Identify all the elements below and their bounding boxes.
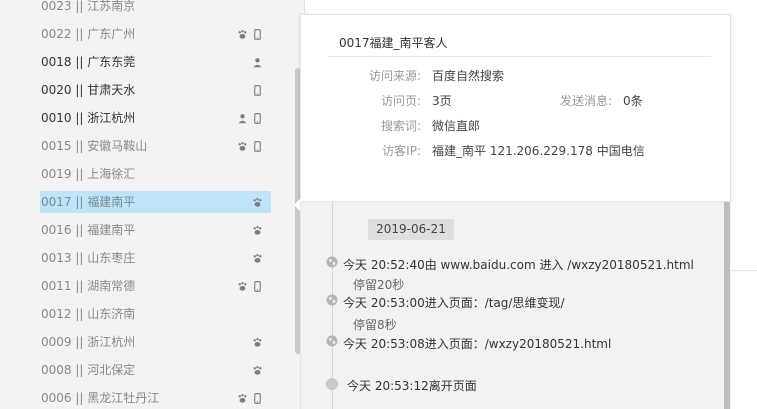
visitor-label: 0019 || 上海徐汇: [41, 167, 136, 181]
visitor-status-icons: [252, 219, 263, 241]
visitor-label: 0013 || 山东枣庄: [41, 251, 136, 265]
paw-icon: [252, 337, 263, 348]
visitor-status-icons: [237, 23, 263, 45]
visitor-list-item[interactable]: 0022 || 广东广州: [40, 23, 271, 45]
visitor-list-item[interactable]: 0010 || 浙江杭州: [40, 107, 271, 129]
timeline-end-dot: [326, 378, 338, 390]
ip-label: 访客IP:: [382, 144, 421, 158]
visitor-label: 0022 || 广东广州: [41, 27, 136, 41]
visitor-detail-card: 0017福建_南平客人 访问来源: 百度自然搜索 访问页: 3页 发送消息: 0…: [294, 14, 731, 212]
visitor-list-item[interactable]: 0017 || 福建南平: [40, 191, 271, 213]
phone-icon: [252, 280, 263, 292]
timeline-date-badge: 2019-06-21: [368, 219, 454, 240]
visitor-list-item[interactable]: 0019 || 上海徐汇: [40, 163, 271, 185]
phone-icon: [252, 140, 263, 152]
timeline-event-text: 今天 20:52:40由 www.baidu.com 进入 /wxzy20180…: [343, 258, 694, 272]
visitor-status-icons: [237, 387, 263, 409]
person-icon: [252, 57, 263, 68]
globe-icon: [326, 294, 338, 306]
visitor-label: 0017 || 福建南平: [41, 195, 136, 209]
paw-icon: [252, 253, 263, 264]
visitor-label: 0010 || 浙江杭州: [41, 111, 136, 125]
visitor-status-icons: [252, 79, 263, 101]
visitor-list-item[interactable]: 0009 || 浙江杭州: [40, 331, 271, 353]
visitor-label: 0011 || 湖南常德: [41, 279, 136, 293]
visitor-list-item[interactable]: 0020 || 甘肃天水: [40, 79, 271, 101]
person-icon: [237, 113, 248, 124]
keyword-value: 微信直郎: [432, 119, 481, 133]
timeline-event-stay: 停留20秒: [353, 278, 405, 292]
paw-icon: [237, 281, 248, 292]
visit-timeline: 2019-06-21 今天 20:52:40由 www.baidu.com 进入…: [300, 202, 731, 409]
visitor-list-item[interactable]: 0008 || 河北保定: [40, 359, 271, 381]
visitor-label: 0020 || 甘肃天水: [41, 83, 136, 97]
visitor-list-item[interactable]: 0023 || 江苏南京: [40, 0, 271, 17]
visitor-status-icons: [252, 331, 263, 353]
phone-icon: [252, 392, 263, 404]
paw-icon: [252, 197, 263, 208]
visitor-status-icons: [237, 107, 263, 129]
paw-icon: [237, 29, 248, 40]
visitor-list-item[interactable]: 0018 || 广东东莞: [40, 51, 271, 73]
visitor-list-panel: 0023 || 江苏南京 0022 || 广东广州 0018 || 广东东莞 0020…: [0, 0, 305, 409]
visitor-status-icons: [237, 275, 263, 297]
visitor-list-item[interactable]: 0011 || 湖南常德: [40, 275, 271, 297]
visitor-status-icons: [252, 359, 263, 381]
pages-value: 3页: [432, 94, 452, 108]
visitor-label: 0023 || 江苏南京: [41, 0, 136, 13]
visitor-label: 0012 || 山东济南: [41, 307, 136, 321]
visitor-detail-title: 0017福建_南平客人: [339, 36, 448, 50]
messages-value: 0条: [623, 94, 643, 108]
paw-icon: [237, 393, 248, 404]
visitor-status-icons: [252, 51, 263, 73]
visitor-list-item[interactable]: 0012 || 山东济南: [40, 303, 271, 325]
phone-icon: [252, 28, 263, 40]
ip-value: 福建_南平 121.206.229.178 中国电信: [432, 144, 645, 158]
paw-icon: [252, 225, 263, 236]
phone-icon: [252, 112, 263, 124]
visitor-label: 0009 || 浙江杭州: [41, 335, 136, 349]
background-divider: [731, 270, 757, 271]
timeline-event-text: 今天 20:53:08进入页面：/wxzy20180521.html: [343, 337, 612, 351]
visitor-label: 0006 || 黑龙江牡丹江: [41, 391, 160, 405]
visitor-label: 0016 || 福建南平: [41, 223, 136, 237]
visitor-label: 0018 || 广东东莞: [41, 55, 136, 69]
visitor-list-item[interactable]: 0006 || 黑龙江牡丹江: [40, 387, 271, 409]
globe-icon: [326, 335, 338, 347]
source-label: 访问来源:: [368, 69, 421, 83]
source-value: 百度自然搜索: [432, 69, 505, 83]
messages-label: 发送消息:: [559, 94, 612, 108]
pages-label: 访问页:: [380, 94, 421, 108]
paw-icon: [237, 141, 248, 152]
timeline-event-text: 今天 20:53:00进入页面：/tag/思维变现/: [343, 296, 565, 310]
visitor-list-item[interactable]: 0015 || 安徽马鞍山: [40, 135, 271, 157]
timeline-end-text: 今天 20:53:12离开页面: [347, 379, 477, 393]
keyword-label: 搜索词:: [380, 119, 421, 133]
visitor-label: 0015 || 安徽马鞍山: [41, 139, 148, 153]
timeline-scrollbar[interactable]: [724, 202, 730, 409]
timeline-event-stay: 停留8秒: [353, 318, 397, 332]
visitor-status-icons: [237, 135, 263, 157]
visitor-status-icons: [252, 247, 263, 269]
phone-icon: [252, 84, 263, 96]
card-divider: [327, 56, 711, 57]
globe-icon: [326, 256, 338, 268]
visitor-list-item[interactable]: 0016 || 福建南平: [40, 219, 271, 241]
paw-icon: [252, 365, 263, 376]
visitor-status-icons: [252, 191, 263, 213]
visitor-label: 0008 || 河北保定: [41, 363, 136, 377]
visitor-list-item[interactable]: 0013 || 山东枣庄: [40, 247, 271, 269]
